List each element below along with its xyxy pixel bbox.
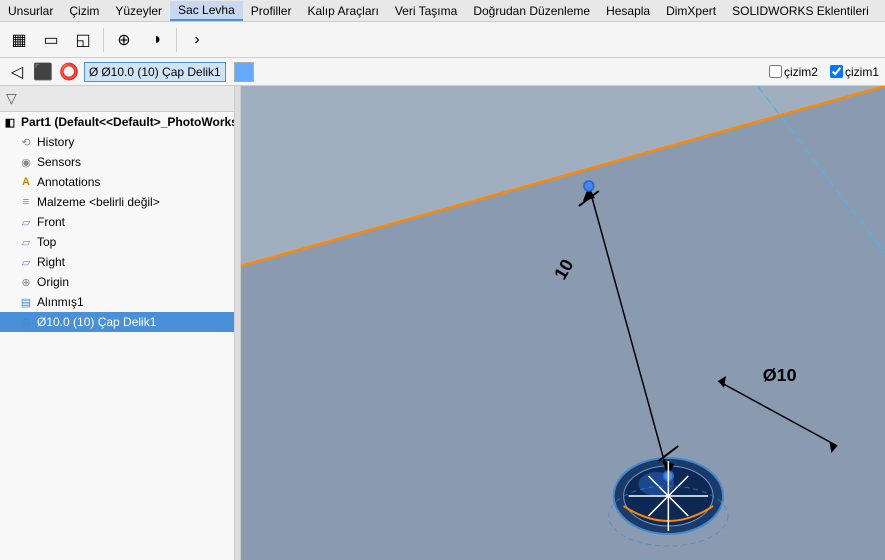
menu-solidworks[interactable]: SOLIDWORKS Eklentileri xyxy=(724,2,877,20)
tree-item-hole[interactable]: ◎ Ø10.0 (10) Çap Delik1 xyxy=(0,312,234,332)
crosshair-button[interactable]: ⊕ xyxy=(109,25,139,55)
hole-feature-label[interactable]: Ø Ø10.0 (10) Çap Delik1 xyxy=(84,62,226,82)
circle-button[interactable]: ⭕ xyxy=(58,61,80,83)
tree-sensors-label: Sensors xyxy=(37,155,81,169)
tree-hole-label: Ø10.0 (10) Çap Delik1 xyxy=(37,315,156,329)
menubar: Unsurlar Çizim Yüzeyler Sac Levha Profil… xyxy=(0,0,885,22)
front-plane-icon: ▱ xyxy=(18,214,34,230)
menu-veri[interactable]: Veri Taşıma xyxy=(387,2,465,20)
menu-unsurlar[interactable]: Unsurlar xyxy=(0,2,61,20)
tree-item-sensors[interactable]: ◉ Sensors xyxy=(0,152,234,172)
crosshair-icon: ⊕ xyxy=(117,30,130,50)
menu-sol[interactable]: SOL xyxy=(877,2,885,20)
toolbar-separator-1 xyxy=(103,28,104,52)
cut-icon: ▤ xyxy=(18,294,34,310)
tree-history-label: History xyxy=(37,135,74,149)
menu-kalip[interactable]: Kalıp Araçları xyxy=(299,2,386,20)
sketch1-checkbox[interactable] xyxy=(830,65,843,78)
cad-svg: 10 Ø10 xyxy=(241,86,885,560)
back-button[interactable]: ◁ xyxy=(6,61,28,83)
tree-root-item[interactable]: ◧ Part1 (Default<<Default>_PhotoWorks xyxy=(0,112,234,132)
origin-icon: ⊕ xyxy=(18,274,34,290)
right-plane-icon: ▱ xyxy=(18,254,34,270)
top-plane-icon: ▱ xyxy=(18,234,34,250)
tree-top-label: Top xyxy=(37,235,56,249)
sidebar: ▽ ◧ Part1 (Default<<Default>_PhotoWorks … xyxy=(0,86,235,560)
color-swatch[interactable] xyxy=(234,62,254,82)
viewport[interactable]: 10 Ø10 xyxy=(241,86,885,560)
more-button[interactable]: › xyxy=(182,25,212,55)
hole-feature-text: Ø10.0 (10) Çap Delik1 xyxy=(101,65,220,79)
cube-button[interactable]: ⬛ xyxy=(32,61,54,83)
sketch2-checkbox[interactable] xyxy=(769,65,782,78)
more-icon: › xyxy=(194,31,199,49)
tree-item-annotations[interactable]: A Annotations xyxy=(0,172,234,192)
circle-icon: ⭕ xyxy=(59,62,79,82)
sheet-metal-button[interactable]: ▦ xyxy=(4,25,34,55)
tree-item-front[interactable]: ▱ Front xyxy=(0,212,234,232)
tree-item-cut[interactable]: ▤ Alınmış1 xyxy=(0,292,234,312)
svg-text:Ø10: Ø10 xyxy=(763,365,797,385)
cube-icon: ⬛ xyxy=(33,62,53,82)
tree-item-right[interactable]: ▱ Right xyxy=(0,252,234,272)
sidebar-header: ▽ xyxy=(0,86,234,112)
hole-diameter-icon: Ø xyxy=(89,65,98,79)
main-content: ▽ ◧ Part1 (Default<<Default>_PhotoWorks … xyxy=(0,86,885,560)
hole-icon: ◎ xyxy=(18,314,34,330)
color-button[interactable]: ◑ xyxy=(141,25,171,55)
cad-canvas: 10 Ø10 xyxy=(241,86,885,560)
flatten-icon: ▭ xyxy=(43,30,58,50)
menu-yuzeyler[interactable]: Yüzeyler xyxy=(107,2,170,20)
sensors-icon: ◉ xyxy=(18,154,34,170)
tree-item-material[interactable]: ≡ Malzeme <belirli değil> xyxy=(0,192,234,212)
sketch2-label: çizim2 xyxy=(784,65,818,79)
unfold-icon: ◱ xyxy=(75,30,90,50)
menu-dogrudan[interactable]: Doğrudan Düzenleme xyxy=(465,2,598,20)
flatten-button[interactable]: ▭ xyxy=(36,25,66,55)
tree-item-history[interactable]: ⟲ History xyxy=(0,132,234,152)
sketch2-checkbox-label: çizim2 xyxy=(769,65,818,79)
unfold-button[interactable]: ◱ xyxy=(68,25,98,55)
tree-item-origin[interactable]: ⊕ Origin xyxy=(0,272,234,292)
sheet-metal-icon: ▦ xyxy=(11,30,26,50)
tree-material-label: Malzeme <belirli değil> xyxy=(37,195,160,209)
feature-toolbar: ◁ ⬛ ⭕ Ø Ø10.0 (10) Çap Delik1 çizim2 çiz… xyxy=(0,58,885,86)
menu-profiller[interactable]: Profiller xyxy=(243,2,300,20)
material-icon: ≡ xyxy=(18,194,34,210)
menu-hesapla[interactable]: Hesapla xyxy=(598,2,658,20)
tree-origin-label: Origin xyxy=(37,275,69,289)
tree-annotations-label: Annotations xyxy=(37,175,100,189)
menu-cizim[interactable]: Çizim xyxy=(61,2,107,20)
tree-root-label: Part1 (Default<<Default>_PhotoWorks xyxy=(21,115,235,129)
filter-icon[interactable]: ▽ xyxy=(6,90,17,107)
annotations-icon: A xyxy=(18,174,34,190)
tree-front-label: Front xyxy=(37,215,65,229)
tree-item-top[interactable]: ▱ Top xyxy=(0,232,234,252)
color-icon: ◑ xyxy=(151,31,161,49)
back-icon: ◁ xyxy=(11,62,23,82)
tree-cut-label: Alınmış1 xyxy=(37,295,84,309)
history-icon: ⟲ xyxy=(18,134,34,150)
part-icon: ◧ xyxy=(2,114,18,130)
menu-sac-levha[interactable]: Sac Levha xyxy=(170,1,243,21)
tree-right-label: Right xyxy=(37,255,65,269)
menu-dimxpert[interactable]: DimXpert xyxy=(658,2,724,20)
sketch1-label: çizim1 xyxy=(845,65,879,79)
toolbar: ▦ ▭ ◱ ⊕ ◑ › xyxy=(0,22,885,58)
sketch1-checkbox-label: çizim1 xyxy=(830,65,879,79)
toolbar-separator-2 xyxy=(176,28,177,52)
